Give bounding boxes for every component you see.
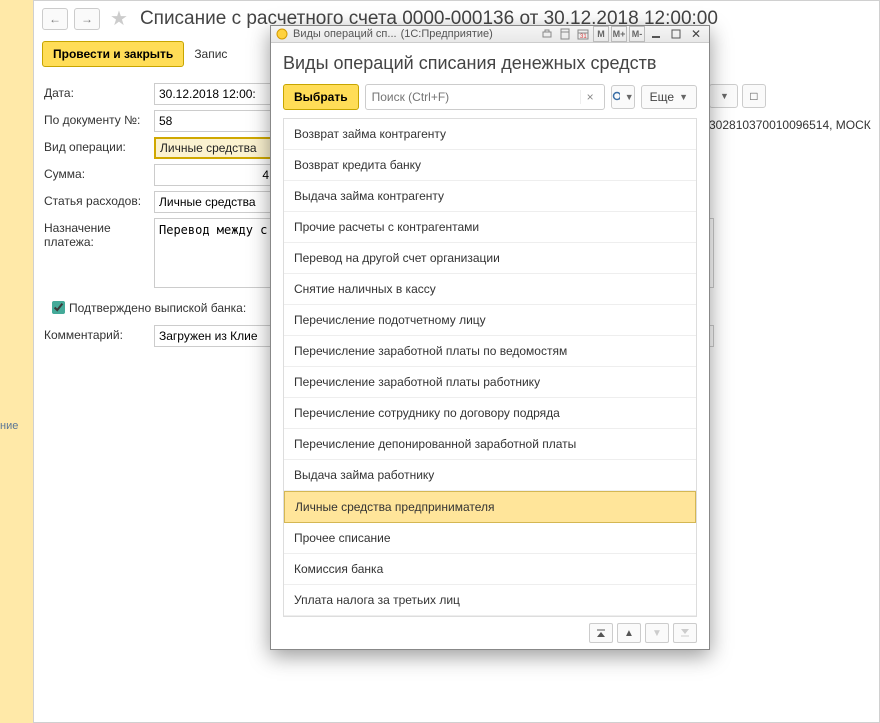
app-logo-icon (275, 27, 289, 41)
dialog-body: Виды операций списания денежных средств … (271, 43, 709, 651)
dialog-app-name: (1С:Предприятие) (401, 28, 535, 40)
label-comment: Комментарий: (44, 325, 154, 342)
confirmed-checkbox[interactable] (52, 301, 65, 314)
choose-button[interactable]: Выбрать (283, 84, 359, 110)
clear-search-icon[interactable]: × (580, 90, 600, 104)
print-icon[interactable] (539, 26, 555, 42)
magnifier-icon (612, 91, 620, 103)
dialog-titlebar: Виды операций сп... (1С:Предприятие) 31 … (271, 26, 709, 43)
more-button[interactable]: Еще▼ (641, 85, 697, 109)
operation-type-list[interactable]: Возврат займа контрагентуВозврат кредита… (283, 118, 697, 617)
nav-forward-button[interactable]: → (74, 8, 100, 30)
account-number-fragment: 30281037001009​6514, МОСК (709, 118, 879, 132)
post-and-close-button[interactable]: Провести и закрыть (42, 41, 184, 67)
open-external-icon[interactable]: □ (742, 84, 766, 108)
list-item[interactable]: Перечисление заработной платы по ведомос… (284, 336, 696, 367)
operation-types-dialog: Виды операций сп... (1С:Предприятие) 31 … (270, 25, 710, 650)
right-fragment: ▼ □ 30281037001009​6514, МОСК (709, 84, 879, 132)
svg-text:31: 31 (580, 34, 587, 40)
left-edge-text: ние (0, 420, 18, 432)
list-item[interactable]: Снятие наличных в кассу (284, 274, 696, 305)
list-item[interactable]: Выдача займа контрагенту (284, 181, 696, 212)
list-item[interactable]: Возврат займа контрагенту (284, 119, 696, 150)
optype-field[interactable] (154, 137, 274, 159)
date-field[interactable] (154, 83, 274, 105)
maximize-button[interactable] (667, 26, 685, 42)
minimize-button[interactable] (647, 26, 665, 42)
search-field-wrap: × (365, 84, 605, 110)
label-expcat: Статья расходов: (44, 191, 154, 208)
dialog-toolbar: Выбрать × ▼ Еще▼ (283, 84, 697, 110)
label-docnum: По документу №: (44, 110, 154, 127)
scroll-down-button[interactable]: ▼ (645, 623, 669, 643)
label-sum: Сумма: (44, 164, 154, 181)
list-item[interactable]: Перечисление сотруднику по договору подр… (284, 398, 696, 429)
memory-mminus-button[interactable]: M- (629, 26, 645, 42)
label-confirmed: Подтверждено выпиской банка: (69, 301, 246, 315)
nav-back-button[interactable]: ← (42, 8, 68, 30)
docnum-field[interactable] (154, 110, 274, 132)
close-button[interactable]: ✕ (687, 26, 705, 42)
list-item[interactable]: Прочие расчеты с контрагентами (284, 212, 696, 243)
list-item[interactable]: Комиссия банка (284, 554, 696, 585)
calculator-icon[interactable] (557, 26, 573, 42)
expense-category-field[interactable] (154, 191, 274, 213)
dialog-footer: ▲ ▼ (283, 617, 697, 643)
list-item[interactable]: Перечисление депонированной заработной п… (284, 429, 696, 460)
dialog-short-title: Виды операций сп... (293, 28, 397, 40)
list-item[interactable]: Выдача займа работнику (284, 460, 696, 491)
scroll-up-button[interactable]: ▲ (617, 623, 641, 643)
label-date: Дата: (44, 83, 154, 100)
list-item[interactable]: Перевод на другой счет организации (284, 243, 696, 274)
memory-m-button[interactable]: M (593, 26, 609, 42)
favorite-star-icon[interactable]: ★ (110, 6, 128, 31)
memory-mplus-button[interactable]: M+ (611, 26, 627, 42)
dialog-heading: Виды операций списания денежных средств (283, 53, 697, 74)
scroll-top-button[interactable] (589, 623, 613, 643)
right-dropdown-button[interactable]: ▼ (709, 84, 738, 108)
list-item[interactable]: Перечисление подотчетному лицу (284, 305, 696, 336)
scroll-bottom-button[interactable] (673, 623, 697, 643)
label-optype: Вид операции: (44, 137, 154, 154)
label-purpose: Назначение платежа: (44, 218, 154, 249)
calendar-icon[interactable]: 31 (575, 26, 591, 42)
left-yellow-strip: ние (0, 0, 33, 723)
search-input[interactable] (370, 89, 580, 105)
list-item[interactable]: Личные средства предпринимателя (284, 491, 696, 523)
sum-field[interactable] (154, 164, 274, 186)
list-item[interactable]: Уплата налога за третьих лиц (284, 585, 696, 616)
search-button[interactable]: ▼ (611, 85, 635, 109)
list-item[interactable]: Прочее списание (284, 523, 696, 554)
list-item[interactable]: Возврат кредита банку (284, 150, 696, 181)
record-button-fragment[interactable]: Запис (194, 47, 227, 61)
list-item[interactable]: Перечисление заработной платы работнику (284, 367, 696, 398)
